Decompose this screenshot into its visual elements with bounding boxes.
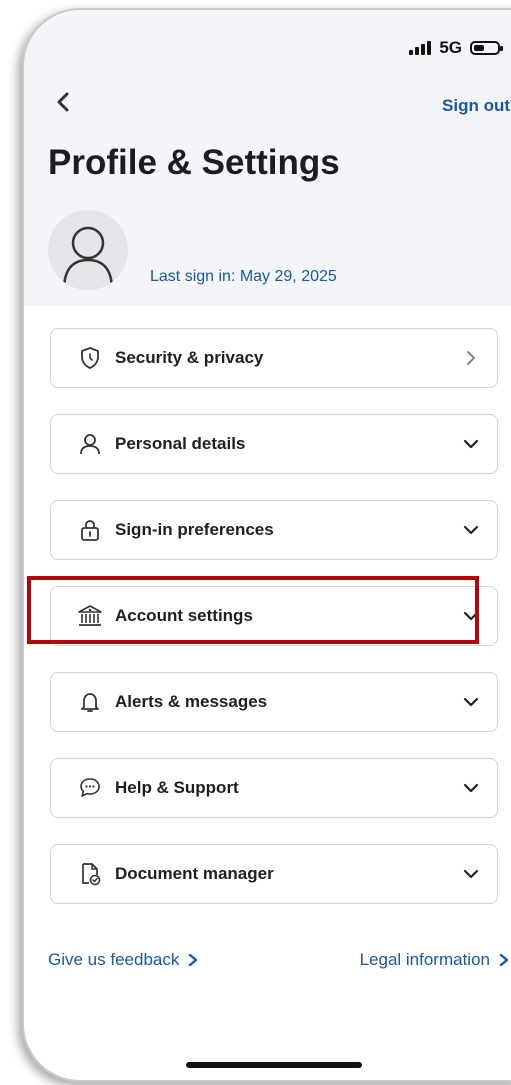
- give-feedback-label: Give us feedback: [48, 950, 180, 969]
- chevron-down-icon: [463, 611, 479, 621]
- bell-icon: [77, 689, 103, 715]
- chevron-down-icon: [463, 783, 479, 793]
- menu-item-help-support[interactable]: Help & Support: [50, 758, 498, 818]
- signal-icon: [409, 41, 432, 55]
- menu-item-label: Sign-in preferences: [115, 520, 274, 539]
- menu-item-security-privacy[interactable]: Security & privacy: [50, 328, 498, 388]
- document-icon: [77, 861, 103, 887]
- menu-item-label: Security & privacy: [115, 348, 264, 367]
- menu-item-label: Document manager: [115, 864, 274, 883]
- battery-icon: [470, 41, 503, 55]
- menu-item-sign-in-preferences[interactable]: Sign-in preferences: [50, 500, 498, 560]
- chevron-down-icon: [463, 525, 479, 535]
- menu-item-personal-details[interactable]: Personal details: [50, 414, 498, 474]
- chevron-down-icon: [463, 869, 479, 879]
- last-sign-in-text: Last sign in: May 29, 2025: [150, 268, 337, 285]
- screen: 5G Sign out Profile & Settings Last sign…: [24, 10, 511, 1080]
- avatar[interactable]: [48, 210, 128, 290]
- menu-item-alerts-messages[interactable]: Alerts & messages: [50, 672, 498, 732]
- settings-menu: Security & privacy Personal details Sign…: [50, 328, 498, 930]
- chevron-right-icon: [467, 351, 475, 365]
- footer-links: Give us feedback Legal information: [48, 950, 510, 970]
- menu-item-label: Account settings: [115, 606, 253, 625]
- chat-icon: [77, 775, 103, 801]
- chevron-left-icon[interactable]: [52, 90, 76, 114]
- menu-item-label: Help & Support: [115, 778, 239, 797]
- menu-item-account-settings[interactable]: Account settings: [50, 586, 498, 646]
- lock-icon: [77, 517, 103, 543]
- chevron-right-icon: [499, 953, 509, 967]
- network-label: 5G: [439, 38, 462, 57]
- legal-information-link[interactable]: Legal information: [360, 950, 510, 970]
- bank-icon: [77, 603, 103, 629]
- page-title: Profile & Settings: [48, 143, 340, 182]
- chevron-right-icon: [189, 953, 198, 967]
- home-indicator[interactable]: [186, 1062, 362, 1068]
- give-feedback-link[interactable]: Give us feedback: [48, 950, 199, 970]
- menu-item-label: Personal details: [115, 434, 246, 453]
- menu-item-document-manager[interactable]: Document manager: [50, 844, 498, 904]
- person-avatar-icon: [62, 226, 114, 290]
- chevron-down-icon: [463, 697, 479, 707]
- phone-frame: 5G Sign out Profile & Settings Last sign…: [22, 8, 511, 1082]
- person-icon: [77, 431, 103, 457]
- chevron-down-icon: [463, 439, 479, 449]
- menu-item-label: Alerts & messages: [115, 692, 268, 711]
- sign-out-button[interactable]: Sign out: [442, 96, 510, 116]
- status-bar: 5G: [409, 38, 503, 58]
- shield-icon: [77, 345, 103, 371]
- legal-information-label: Legal information: [359, 950, 490, 969]
